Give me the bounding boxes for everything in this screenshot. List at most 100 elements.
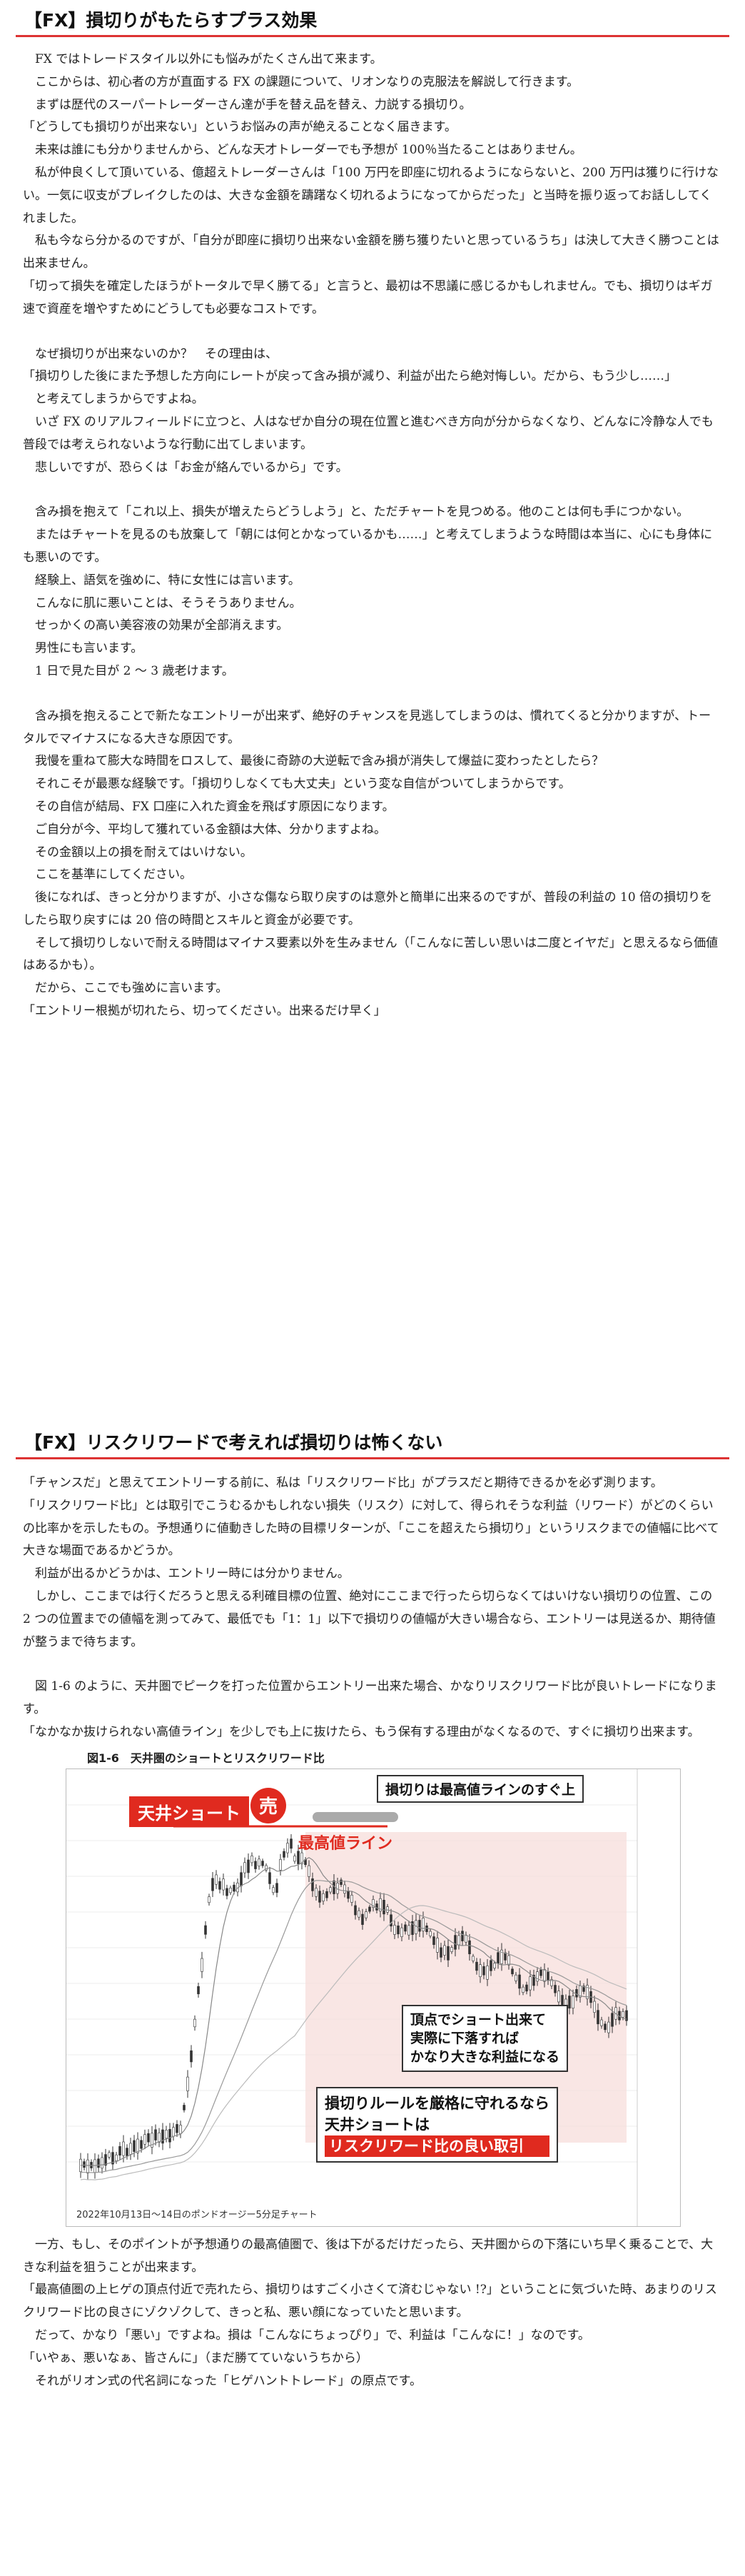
candle-body: [119, 2146, 121, 2155]
candle-body: [554, 1985, 557, 1993]
paragraph: 利益が出るかどうかは、エントリー時には分かりません。: [23, 1563, 722, 1586]
candle-body: [597, 2010, 599, 2023]
paragraph: 「損切りした後にまた予想した方向にレートが戻って含み損が減り、利益が出たら絶対悔…: [23, 366, 722, 388]
paragraph: 後になれば、きっと分かりますが、小さな傷なら取り戻すのは意外と簡単に出来るのです…: [23, 887, 722, 932]
candle-body: [319, 1891, 321, 1902]
paragraph: 「いやぁ、悪いなぁ、皆さんに」（まだ勝てていないうちから）: [23, 2348, 722, 2370]
candle-body: [480, 1964, 482, 1976]
candle-body: [601, 2020, 603, 2026]
figure-title: 図1-6 天井圏のショートとリスクリワード比: [87, 1749, 729, 1766]
paragraph: そして損切りしないで耐える時間はマイナス要素以外を生みません（「こんなに苦しい思…: [23, 932, 722, 978]
candle-body: [276, 1883, 278, 1893]
paragraph: まずは歴代のスーパートレーダーさん達が手を替え品を替え、力説する損切り。: [23, 94, 722, 117]
candle-body: [262, 1861, 264, 1866]
figure-caption: 2022年10月13日～14日のポンドオージー5分足チャート: [76, 2207, 318, 2220]
paragraph: 含み損を抱えることで新たなエントリーが出来ず、絶好のチャンスを見逃してしまうのは…: [23, 705, 722, 751]
paragraph: こんなに肌に悪いことは、そうそうありません。: [23, 593, 722, 615]
candle-body: [344, 1885, 346, 1893]
candle-body: [394, 1925, 396, 1934]
candle-body: [176, 2124, 178, 2133]
paragraph-gap: [23, 683, 722, 705]
candle-body: [608, 2022, 610, 2033]
callout-rule: 損切りルールを厳格に守れるなら 天井ショートは リスクリワード比の良い取引: [316, 2087, 558, 2163]
candle-body: [130, 2143, 132, 2155]
candle-body: [469, 1941, 471, 1954]
paragraph: 私が仲良くして頂いている、億超えトレーダーさんは「100 万円を即座に切れるよう…: [23, 162, 722, 230]
candle-body: [208, 1896, 211, 1902]
candle-body: [98, 2159, 100, 2168]
candle-body: [194, 2019, 196, 2027]
candle-body: [522, 1987, 524, 1993]
paragraph-gap: [23, 479, 722, 501]
candle-body: [240, 1872, 243, 1886]
candle-body: [540, 1970, 542, 1976]
candle-body: [572, 1996, 574, 2008]
candle-body: [133, 2140, 136, 2152]
candle-body: [283, 1851, 285, 1857]
candle-body: [519, 1975, 521, 1988]
paragraph: 図 1-6 のように、天井圏でピークを打った位置からエントリー出来た場合、かなり…: [23, 1676, 722, 1721]
paragraph: 「リスクリワード比」とは取引でこうむるかもしれない損失（リスク）に対して、得られ…: [23, 1495, 722, 1563]
figure-chart: 天井ショート 売 最高値ライン 損切りは最高値ラインのすぐ上 頂点でショート出来…: [66, 1769, 681, 2227]
candle-body: [226, 1888, 228, 1896]
candle-body: [348, 1891, 350, 1898]
candle-body: [223, 1879, 225, 1890]
candle-body: [141, 2140, 143, 2148]
candle-body: [405, 1925, 407, 1931]
candle-body: [137, 2139, 139, 2153]
candle-body: [422, 1918, 425, 1931]
candle-body: [198, 1986, 200, 1994]
stop-loss-bar: [313, 1812, 398, 1822]
candle-body: [205, 1926, 207, 1934]
candle-body: [216, 1875, 218, 1884]
paragraph: 我慢を重ねて膨大な時間をロスして、最後に奇跡の大逆転で含み損が消失して爆益に変わ…: [23, 750, 722, 773]
candle-body: [487, 1966, 489, 1979]
paragraph: その自信が結局、FX 口座に入れた資金を飛ばす原因になります。: [23, 796, 722, 819]
candle-body: [169, 2129, 171, 2142]
paragraph-gap: [23, 321, 722, 343]
paragraph: 経験上、語気を強めに、特に女性には言います。: [23, 570, 722, 593]
candle-body: [108, 2153, 111, 2157]
section-body: 「チャンスだ」と思えてエントリーする前に、私は「リスクリワード比」がプラスだと期…: [16, 1459, 729, 1744]
paragraph: 含み損を抱えて「これ以上、損失が増えたらどうしよう」と、ただチャートを見つめる。…: [23, 501, 722, 524]
candle-body: [397, 1926, 400, 1934]
candle-body: [187, 2077, 189, 2091]
candle-body: [351, 1895, 353, 1902]
candle-body: [483, 1966, 485, 1975]
candle-body: [558, 1991, 560, 2001]
section-loss-cut-benefits: 【FX】損切りがもたらすプラス効果 FX ではトレードスタイル以外にも悩みがたく…: [16, 6, 729, 1023]
candle-body: [515, 1975, 517, 1981]
candle-body: [173, 2127, 175, 2135]
candle-body: [465, 1935, 467, 1942]
paragraph: 男性にも言います。: [23, 638, 722, 660]
paragraph: 「切って損失を確定したほうがトータルで早く勝てる」と言うと、最初は不思議に感じる…: [23, 276, 722, 321]
candle-body: [180, 2125, 182, 2133]
candle-body: [166, 2130, 168, 2138]
candle-body: [201, 1958, 203, 1971]
paragraph: しかし、ここまでは行くだろうと思える利確目標の位置、絶対にここまで行ったら切らな…: [23, 1586, 722, 1654]
candle-body: [437, 1938, 439, 1952]
candle-body: [440, 1948, 442, 1958]
candle-body: [155, 2130, 157, 2140]
candle-body: [358, 1911, 360, 1917]
paragraph: 「どうしても損切りが出来ない」というお悩みの声が絶えることなく届きます。: [23, 116, 722, 139]
candle-body: [126, 2148, 128, 2155]
candle-body: [330, 1887, 332, 1891]
candle-body: [419, 1920, 421, 1931]
paragraph: その金額以上の損を耐えてはいけない。: [23, 842, 722, 865]
paragraph: 「エントリー根拠が切れたら、切ってください。出来るだけ早く」: [23, 1000, 722, 1023]
paragraph-gap: [23, 1654, 722, 1676]
candle-body: [101, 2158, 103, 2168]
paragraph: FX ではトレードスタイル以外にも悩みがたくさん出て来ます。: [23, 49, 722, 71]
candle-body: [622, 2011, 624, 2017]
candle-body: [87, 2160, 89, 2173]
candle-body: [219, 1881, 221, 1889]
paragraph: 「最高値圏の上ヒゲの頂点付近で売れたら、損切りはすごく小さくて済むじゃない !?…: [23, 2279, 722, 2325]
paragraph: ここを基準にしてください。: [23, 864, 722, 887]
candle-body: [497, 1952, 500, 1963]
candle-body: [355, 1906, 357, 1915]
candle-body: [490, 1961, 492, 1971]
candle-body: [458, 1936, 460, 1945]
candle-body: [526, 1985, 528, 1991]
candle-body: [576, 1989, 578, 1997]
